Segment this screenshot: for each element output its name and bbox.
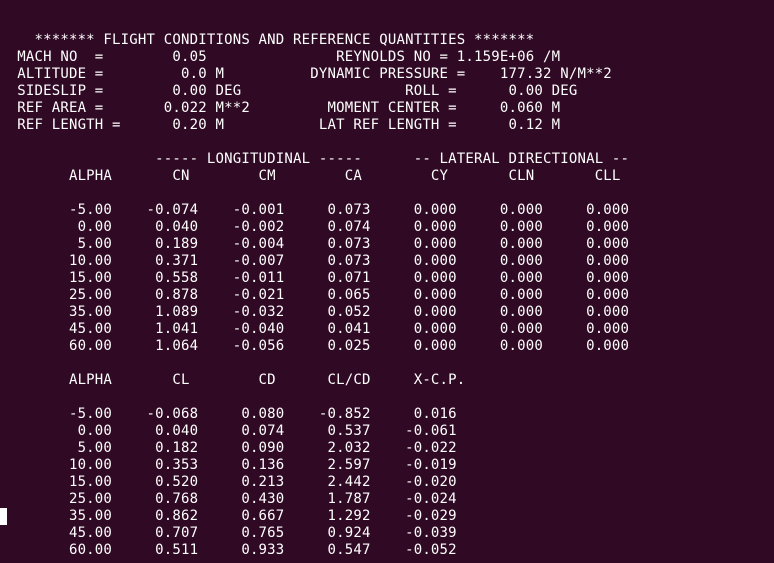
terminal-line: ALPHA CL CD CL/CD X-C.P. [0,372,466,388]
terminal-line: 15.00 0.520 0.213 2.442 -0.020 [0,474,457,490]
terminal-line: 25.00 0.768 0.430 1.787 -0.024 [0,491,457,507]
terminal-line: 35.00 0.862 0.667 1.292 -0.029 [0,508,457,524]
text-cursor [0,508,7,525]
terminal-line: ALPHA CN CM CA CY CLN CLL [0,168,621,184]
terminal-line: -5.00 -0.074 -0.001 0.073 0.000 0.000 0.… [0,202,630,218]
terminal-line: 10.00 0.353 0.136 2.597 -0.019 [0,457,457,473]
terminal-line: REF LENGTH = 0.20 M LAT REF LENGTH = 0.1… [0,117,561,133]
terminal-line: 0.00 0.040 0.074 0.537 -0.061 [0,423,457,439]
terminal-line: ----- LONGITUDINAL ----- -- LATERAL DIRE… [0,151,630,167]
terminal-line: -5.00 -0.068 0.080 -0.852 0.016 [0,406,457,422]
terminal-line: 25.00 0.878 -0.021 0.065 0.000 0.000 0.0… [0,287,630,303]
terminal-line: REF AREA = 0.022 M**2 MOMENT CENTER = 0.… [0,100,561,116]
terminal-line: 45.00 1.041 -0.040 0.041 0.000 0.000 0.0… [0,321,630,337]
terminal-line: ******* FLIGHT CONDITIONS AND REFERENCE … [0,32,535,48]
terminal-line: 60.00 0.511 0.933 0.547 -0.052 [0,542,457,558]
terminal-line: 60.00 1.064 -0.056 0.025 0.000 0.000 0.0… [0,338,630,354]
terminal-line: 5.00 0.182 0.090 2.032 -0.022 [0,440,457,456]
terminal-line: ALTITUDE = 0.0 M DYNAMIC PRESSURE = 177.… [0,66,612,82]
terminal-line: 35.00 1.089 -0.032 0.052 0.000 0.000 0.0… [0,304,630,320]
terminal-line: 5.00 0.189 -0.004 0.073 0.000 0.000 0.00… [0,236,630,252]
terminal-line: 10.00 0.371 -0.007 0.073 0.000 0.000 0.0… [0,253,630,269]
terminal-line: 45.00 0.707 0.765 0.924 -0.039 [0,525,457,541]
terminal-window[interactable]: ******* FLIGHT CONDITIONS AND REFERENCE … [0,0,774,563]
terminal-line: MACH NO = 0.05 REYNOLDS NO = 1.159E+06 /… [0,49,561,65]
terminal-line: 0.00 0.040 -0.002 0.074 0.000 0.000 0.00… [0,219,630,235]
terminal-line: SIDESLIP = 0.00 DEG ROLL = 0.00 DEG [0,83,578,99]
terminal-line: 15.00 0.558 -0.011 0.071 0.000 0.000 0.0… [0,270,630,286]
